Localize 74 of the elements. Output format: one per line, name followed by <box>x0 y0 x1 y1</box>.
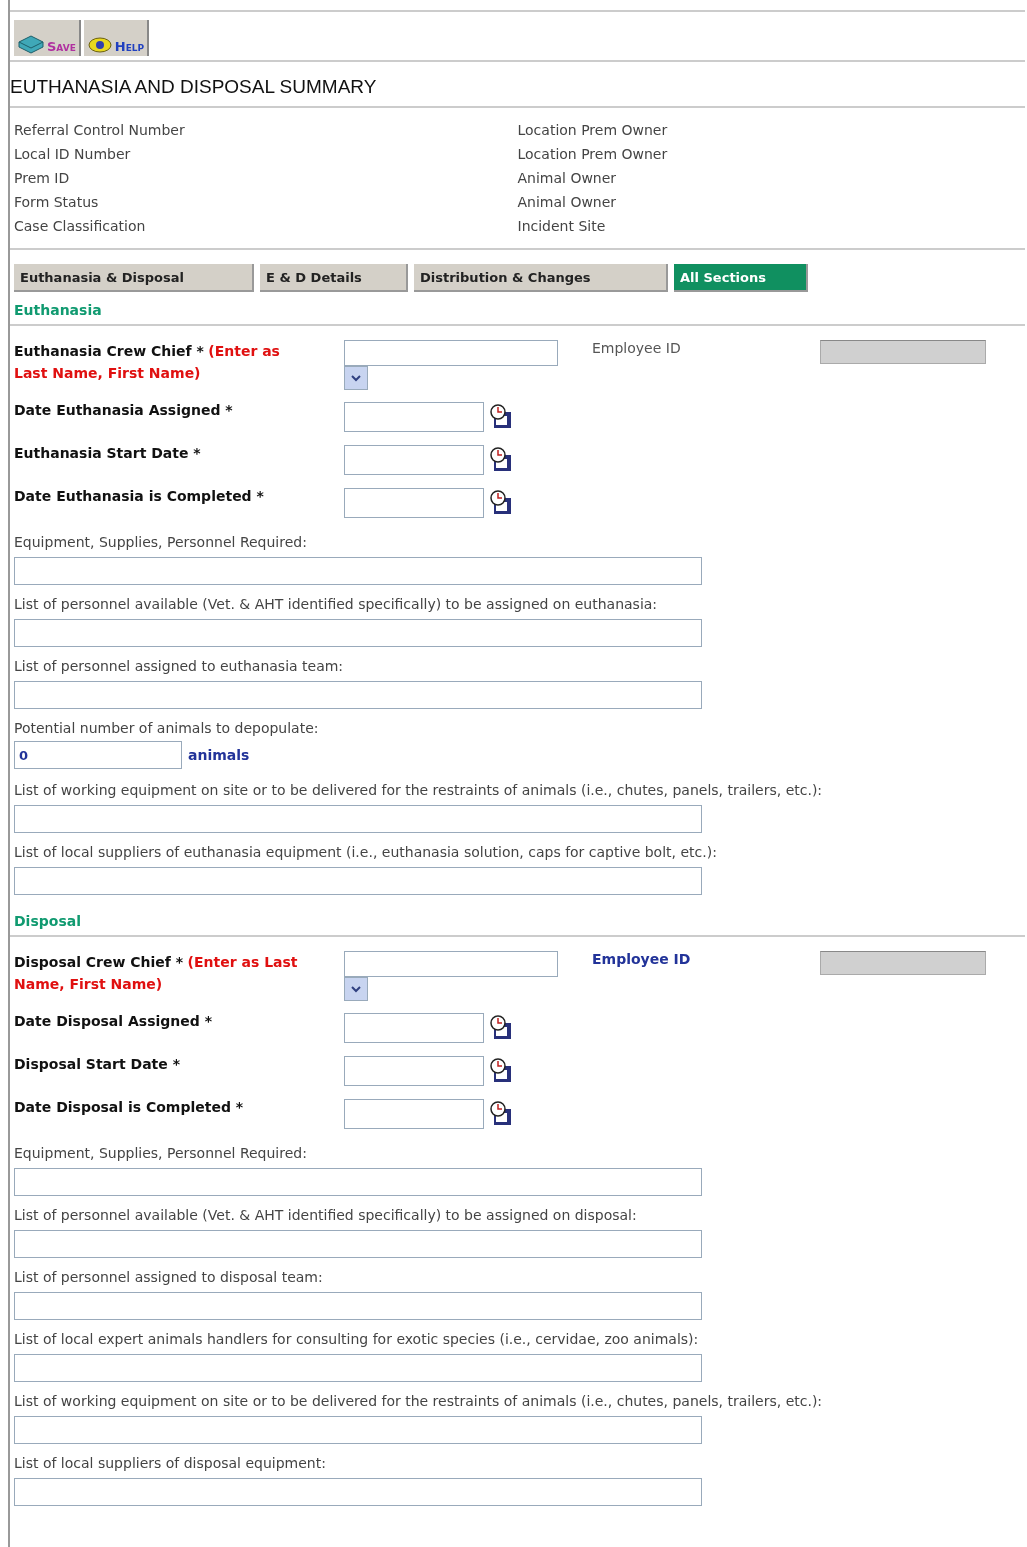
field-label: List of personnel available (Vet. & AHT identified specifically) to be assigned on disposal: <box>14 1206 638 1225</box>
crew-chief-field[interactable] <box>344 340 558 366</box>
field-label: Potential number of animals to depopulate: <box>14 719 320 738</box>
chevron-down-icon <box>351 985 361 993</box>
help-button[interactable]: Help <box>83 20 150 56</box>
field-label: Disposal Start Date * <box>14 1056 181 1072</box>
calendar-clock-icon[interactable] <box>488 402 514 430</box>
calendar-clock-icon[interactable] <box>488 445 514 473</box>
text-field[interactable] <box>14 619 702 647</box>
text-field[interactable] <box>14 1292 702 1320</box>
field-label: List of working equipment on site or to be delivered for the restraints of animals (i.e., chutes, panels, trailers, etc.): <box>14 1392 824 1411</box>
field-label: Disposal Crew Chief * (Enter as Last Name, First Name) <box>14 953 299 994</box>
field-label: List of working equipment on site or to be delivered for the restraints of animals (i.e., chutes, panels, trailers, etc.): <box>14 781 824 800</box>
text-field[interactable] <box>14 1230 702 1258</box>
field-label: Employee ID <box>592 951 692 967</box>
text-field[interactable] <box>14 1168 702 1196</box>
summary-label: Location Prem Owner <box>517 121 669 140</box>
chevron-down-icon <box>351 374 361 382</box>
save-button[interactable]: Save <box>14 20 81 56</box>
field-label: List of personnel available (Vet. & AHT identified specifically) to be assigned on euthanasia: <box>14 595 659 614</box>
field-label: Euthanasia Crew Chief * (Enter as Last Name, First Name) <box>14 342 281 383</box>
text-field[interactable] <box>14 1478 702 1506</box>
calendar-clock-icon[interactable] <box>488 1056 514 1084</box>
summary-label: Incident Site <box>517 217 607 236</box>
text-field[interactable] <box>14 1416 702 1444</box>
date-field[interactable] <box>344 402 484 432</box>
section-tab[interactable]: Euthanasia & Disposal <box>14 264 254 292</box>
date-field[interactable] <box>344 1013 484 1043</box>
calendar-clock-icon[interactable] <box>488 1013 514 1041</box>
help-icon <box>86 36 113 54</box>
field-label: Euthanasia Start Date * <box>14 445 202 461</box>
form-title: EUTHANASIA AND DISPOSAL SUMMARY <box>10 62 1025 108</box>
date-field[interactable] <box>344 488 484 518</box>
date-field[interactable] <box>344 1056 484 1086</box>
field-label: Equipment, Supplies, Personnel Required: <box>14 1144 308 1163</box>
date-field[interactable] <box>344 1099 484 1129</box>
field-label: Date Euthanasia Assigned * <box>14 402 234 418</box>
field-label: List of local suppliers of euthanasia equipment (i.e., euthanasia solution, caps for captive bolt, etc.): <box>14 843 718 862</box>
calendar-clock-icon[interactable] <box>488 488 514 516</box>
field-label: List of personnel assigned to euthanasia team: <box>14 657 345 676</box>
field-label: Date Disposal is Completed * <box>14 1099 245 1115</box>
summary-label: Referral Control Number <box>14 121 186 140</box>
section-heading: Euthanasia <box>10 292 1025 326</box>
field-label: Equipment, Supplies, Personnel Required: <box>14 533 308 552</box>
date-field[interactable] <box>344 445 484 475</box>
summary-label: Form Status <box>14 193 100 212</box>
summary-label: Animal Owner <box>517 193 618 212</box>
text-field[interactable] <box>14 805 702 833</box>
field-label: Date Euthanasia is Completed * <box>14 488 265 504</box>
field-label: List of local suppliers of disposal equipment: <box>14 1454 327 1473</box>
text-field[interactable] <box>14 681 702 709</box>
summary-label: Location Prem Owner <box>517 145 669 164</box>
number-field[interactable]: 0 <box>14 741 182 769</box>
summary-label: Case Classification <box>14 217 147 236</box>
text-field[interactable] <box>14 1354 702 1382</box>
section-tab[interactable]: E & D Details <box>260 264 408 292</box>
dropdown-button[interactable] <box>344 977 368 1001</box>
field-label: List of personnel assigned to disposal team: <box>14 1268 324 1287</box>
field-label: Date Disposal Assigned * <box>14 1013 213 1029</box>
section-tab[interactable]: Distribution & Changes <box>414 264 668 292</box>
book-icon <box>17 34 45 54</box>
crew-chief-field[interactable] <box>344 951 558 977</box>
text-field[interactable] <box>14 867 702 895</box>
section-heading: Disposal <box>10 903 1025 937</box>
field-label: List of local expert animals handlers for consulting for exotic species (i.e., cervidae, zoo animals): <box>14 1330 700 1349</box>
text-field[interactable] <box>14 557 702 585</box>
summary-label: Local ID Number <box>14 145 132 164</box>
section-tab[interactable]: All Sections <box>674 264 808 292</box>
summary-label: Animal Owner <box>517 169 618 188</box>
dropdown-button[interactable] <box>344 366 368 390</box>
unit-label: animals <box>188 747 250 763</box>
calendar-clock-icon[interactable] <box>488 1099 514 1127</box>
field-label: Employee ID <box>592 340 682 356</box>
summary-label: Prem ID <box>14 169 71 188</box>
